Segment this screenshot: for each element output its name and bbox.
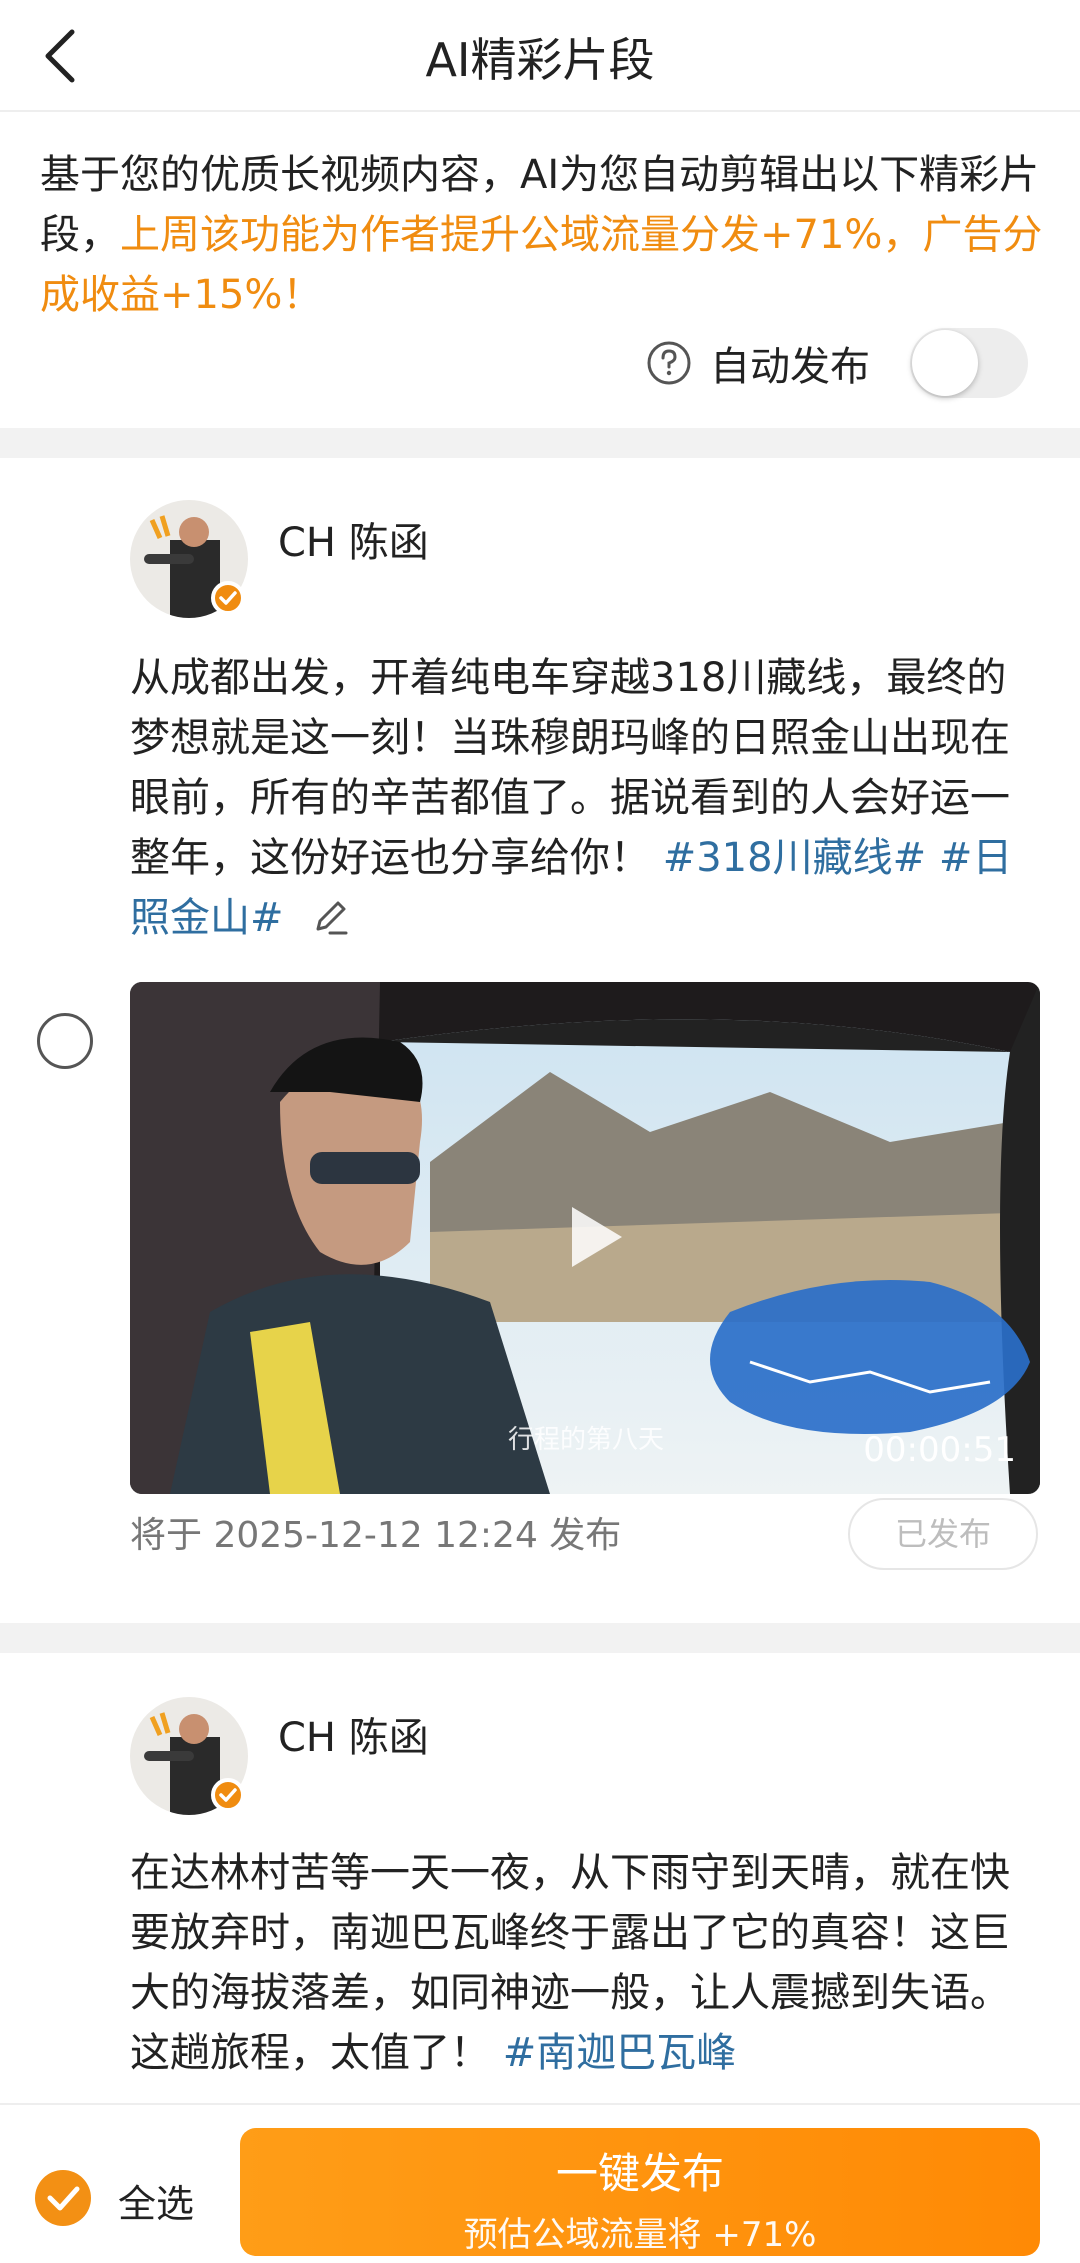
top-bar: AI精彩片段 [0, 0, 1080, 112]
question-icon[interactable] [646, 340, 692, 386]
intro-highlight-text: 上周该功能为作者提升公域流量分发+71%，广告分成收益+15%！ [40, 212, 1043, 318]
toggle-knob [912, 330, 978, 396]
avatar[interactable] [130, 500, 248, 618]
post-text: 从成都出发，开着纯电车穿越318川藏线，最终的梦想就是这一刻！当珠穆朗玛峰的日照… [130, 648, 1040, 948]
hashtag[interactable]: #南迦巴瓦峰 [503, 2030, 737, 2076]
bottom-bar: 全选 一键发布 预估公域流量将 +71% [0, 2103, 1080, 2263]
auto-publish-row: 自动发布 [646, 326, 1028, 400]
play-icon[interactable] [552, 1197, 632, 1277]
post-card: CH 陈函 从成都出发，开着纯电车穿越318川藏线，最终的梦想就是这一刻！当珠穆… [0, 458, 1080, 1623]
section-divider [0, 428, 1080, 458]
post-card: CH 陈函 在达林村苦等一天一夜，从下雨守到天晴，就在快要放弃时，南迦巴瓦峰终于… [0, 1653, 1080, 2103]
section-divider [0, 1623, 1080, 1653]
post-text: 在达林村苦等一天一夜，从下雨守到天晴，就在快要放弃时，南迦巴瓦峰终于露出了它的真… [130, 1843, 1040, 2083]
avatar[interactable] [130, 1697, 248, 1815]
video-duration: 00:00:51 [863, 1430, 1016, 1470]
publish-estimate: 预估公域流量将 +71% [463, 2215, 817, 2255]
video-caption: 行程的第八天 [508, 1425, 665, 1455]
select-all-label[interactable]: 全选 [118, 2173, 194, 2228]
auto-publish-label: 自动发布 [710, 344, 870, 390]
hashtag[interactable]: #318川藏线# [663, 835, 926, 881]
video-thumbnail[interactable]: 行程的第八天 00:00:51 [130, 982, 1040, 1494]
intro-text: 基于您的优质长视频内容，AI为您自动剪辑出以下精彩片段，上周该功能为作者提升公域… [40, 145, 1045, 325]
auto-publish-toggle[interactable] [910, 328, 1028, 398]
select-post-checkbox[interactable] [37, 1013, 93, 1069]
published-status-button[interactable]: 已发布 [848, 1498, 1038, 1570]
select-all-checkbox[interactable] [34, 2169, 92, 2227]
author-name: CH 陈函 [278, 1715, 429, 1761]
page-title: AI精彩片段 [425, 33, 655, 87]
publish-button-label: 一键发布 [555, 2149, 724, 2198]
edit-icon[interactable] [310, 894, 352, 936]
author-name: CH 陈函 [278, 520, 429, 566]
schedule-time: 将于 2025-12-12 12:24 发布 [130, 1515, 622, 1556]
one-click-publish-button[interactable]: 一键发布 预估公域流量将 +71% [240, 2128, 1040, 2256]
